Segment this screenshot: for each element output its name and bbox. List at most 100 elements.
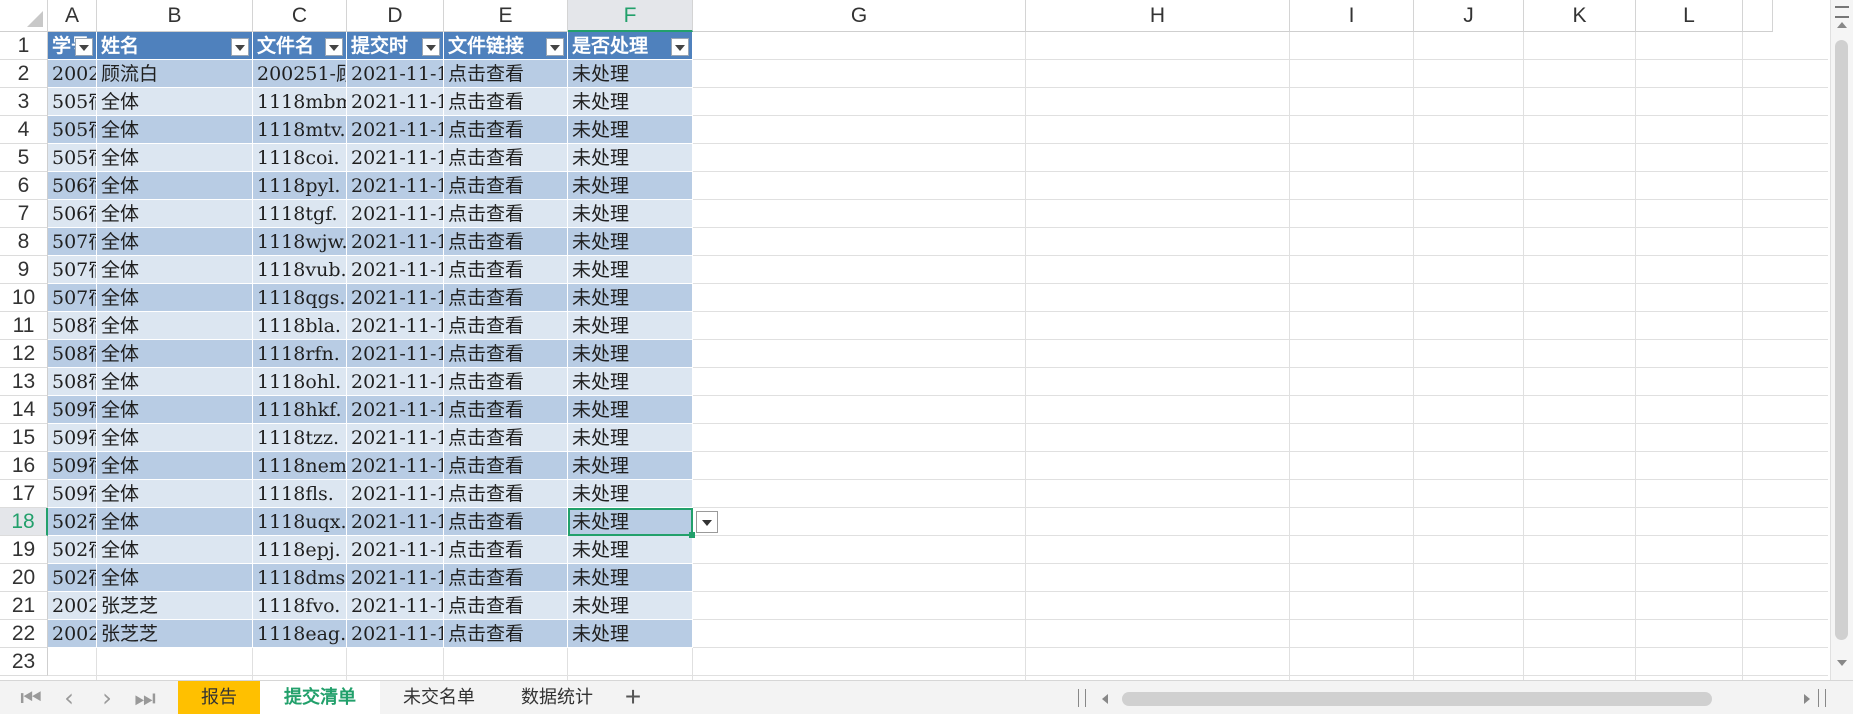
table-cell[interactable]: 2021-11-1 bbox=[347, 312, 444, 340]
table-cell[interactable]: 张芝芝 bbox=[97, 620, 253, 648]
row-header-19[interactable]: 19 bbox=[0, 536, 48, 564]
table-cell[interactable]: 2021-11-1 bbox=[347, 88, 444, 116]
table-cell[interactable]: 未处理 bbox=[568, 284, 693, 312]
table-cell[interactable]: 点击查看 bbox=[444, 88, 568, 116]
table-cell[interactable]: 200219 bbox=[48, 592, 97, 620]
table-cell[interactable]: 1118hkf. bbox=[253, 396, 347, 424]
table-cell[interactable]: 点击查看 bbox=[444, 564, 568, 592]
row-header-22[interactable]: 22 bbox=[0, 620, 48, 648]
column-header-d[interactable]: D bbox=[347, 0, 444, 32]
table-cell[interactable]: 未处理 bbox=[568, 424, 693, 452]
table-cell[interactable]: 未处理 bbox=[568, 88, 693, 116]
first-sheet-button[interactable]: ⏮ bbox=[14, 685, 48, 711]
table-cell[interactable]: 1118fvo. bbox=[253, 592, 347, 620]
table-cell[interactable]: 1118fls. bbox=[253, 480, 347, 508]
column-header-l[interactable]: L bbox=[1636, 0, 1743, 32]
row-header-23[interactable]: 23 bbox=[0, 648, 48, 676]
scroll-splitter-handle[interactable] bbox=[1818, 689, 1826, 707]
table-cell[interactable]: 508宿舍 bbox=[48, 368, 97, 396]
table-cell[interactable]: 2021-11-1 bbox=[347, 536, 444, 564]
add-sheet-button[interactable]: + bbox=[618, 683, 648, 713]
table-cell[interactable]: 点击查看 bbox=[444, 592, 568, 620]
column-header-c[interactable]: C bbox=[253, 0, 347, 32]
table-cell[interactable]: 点击查看 bbox=[444, 396, 568, 424]
table-cell[interactable]: 全体 bbox=[97, 284, 253, 312]
filter-dropdown-icon[interactable] bbox=[671, 38, 689, 56]
row-header-21[interactable]: 21 bbox=[0, 592, 48, 620]
column-header-e[interactable]: E bbox=[444, 0, 568, 32]
table-cell[interactable]: 502宿舍 bbox=[48, 536, 97, 564]
table-cell[interactable]: 2021-11-1 bbox=[347, 452, 444, 480]
table-cell[interactable]: 点击查看 bbox=[444, 144, 568, 172]
row-header-18[interactable]: 18 bbox=[0, 508, 48, 536]
table-cell[interactable]: 全体 bbox=[97, 312, 253, 340]
row-header-12[interactable]: 12 bbox=[0, 340, 48, 368]
table-cell[interactable]: 未处理 bbox=[568, 340, 693, 368]
table-cell[interactable]: 点击查看 bbox=[444, 200, 568, 228]
table-cell[interactable]: 2021-11-1 bbox=[347, 424, 444, 452]
column-header-h[interactable]: H bbox=[1026, 0, 1290, 32]
table-cell[interactable]: 点击查看 bbox=[444, 536, 568, 564]
table-header-cell[interactable]: 姓名 bbox=[97, 32, 253, 60]
table-cell[interactable]: 未处理 bbox=[568, 312, 693, 340]
cell-dropdown-icon[interactable] bbox=[696, 511, 718, 533]
table-cell[interactable]: 全体 bbox=[97, 172, 253, 200]
table-cell[interactable]: 2021-11-1 bbox=[347, 508, 444, 536]
column-header-m[interactable] bbox=[1743, 0, 1773, 32]
table-cell[interactable]: 507宿舍 bbox=[48, 256, 97, 284]
table-cell[interactable]: 505宿舍 bbox=[48, 144, 97, 172]
table-cell[interactable]: 1118qgs. bbox=[253, 284, 347, 312]
table-cell[interactable]: 点击查看 bbox=[444, 284, 568, 312]
table-cell[interactable]: 508宿舍 bbox=[48, 312, 97, 340]
table-cell[interactable]: 509宿舍 bbox=[48, 424, 97, 452]
table-cell[interactable]: 全体 bbox=[97, 200, 253, 228]
table-cell[interactable]: 未处理 bbox=[568, 508, 693, 536]
horizontal-scrollbar[interactable] bbox=[1090, 688, 1810, 708]
table-cell[interactable]: 1118tzz. bbox=[253, 424, 347, 452]
scroll-right-icon[interactable] bbox=[1804, 694, 1810, 704]
table-cell[interactable]: 1118epj. bbox=[253, 536, 347, 564]
row-header-8[interactable]: 8 bbox=[0, 228, 48, 256]
table-header-cell[interactable]: 提交时 bbox=[347, 32, 444, 60]
row-header-10[interactable]: 10 bbox=[0, 284, 48, 312]
table-cell[interactable]: 未处理 bbox=[568, 564, 693, 592]
table-cell[interactable]: 未处理 bbox=[568, 228, 693, 256]
row-header-13[interactable]: 13 bbox=[0, 368, 48, 396]
table-cell[interactable]: 未处理 bbox=[568, 172, 693, 200]
table-cell[interactable]: 未处理 bbox=[568, 144, 693, 172]
table-cell[interactable]: 1118bla. bbox=[253, 312, 347, 340]
table-cell[interactable]: 2021-11-1 bbox=[347, 228, 444, 256]
table-cell[interactable]: 点击查看 bbox=[444, 620, 568, 648]
table-cell[interactable]: 未处理 bbox=[568, 536, 693, 564]
row-header-5[interactable]: 5 bbox=[0, 144, 48, 172]
table-cell[interactable]: 1118eag. bbox=[253, 620, 347, 648]
tab-unsubmitted[interactable]: 未交名单 bbox=[380, 681, 498, 714]
table-cell[interactable]: 未处理 bbox=[568, 116, 693, 144]
row-header-2[interactable]: 2 bbox=[0, 60, 48, 88]
row-header-17[interactable]: 17 bbox=[0, 480, 48, 508]
table-cell[interactable]: 200251-顾 bbox=[253, 60, 347, 88]
table-cell[interactable]: 509宿舍 bbox=[48, 480, 97, 508]
table-cell[interactable]: 1118dms. bbox=[253, 564, 347, 592]
table-cell[interactable]: 2021-11-1 bbox=[347, 200, 444, 228]
filter-dropdown-icon[interactable] bbox=[75, 38, 93, 56]
table-cell[interactable]: 未处理 bbox=[568, 396, 693, 424]
table-header-cell[interactable]: 文件名 bbox=[253, 32, 347, 60]
row-header-11[interactable]: 11 bbox=[0, 312, 48, 340]
table-cell[interactable]: 点击查看 bbox=[444, 312, 568, 340]
table-cell[interactable]: 506宿舍 bbox=[48, 172, 97, 200]
scroll-down-icon[interactable] bbox=[1837, 660, 1847, 666]
table-cell[interactable]: 2021-11-1 bbox=[347, 480, 444, 508]
prev-sheet-button[interactable]: ‹ bbox=[52, 685, 86, 711]
table-cell[interactable]: 张芝芝 bbox=[97, 592, 253, 620]
table-cell[interactable]: 507宿舍 bbox=[48, 228, 97, 256]
table-cell[interactable]: 未处理 bbox=[568, 480, 693, 508]
table-cell[interactable]: 点击查看 bbox=[444, 340, 568, 368]
row-header-1[interactable]: 1 bbox=[0, 32, 48, 60]
table-cell[interactable]: 全体 bbox=[97, 144, 253, 172]
tab-statistics[interactable]: 数据统计 bbox=[498, 681, 616, 714]
table-cell[interactable]: 点击查看 bbox=[444, 172, 568, 200]
row-header-15[interactable]: 15 bbox=[0, 424, 48, 452]
table-cell[interactable]: 502宿舍 bbox=[48, 508, 97, 536]
table-cell[interactable]: 未处理 bbox=[568, 452, 693, 480]
